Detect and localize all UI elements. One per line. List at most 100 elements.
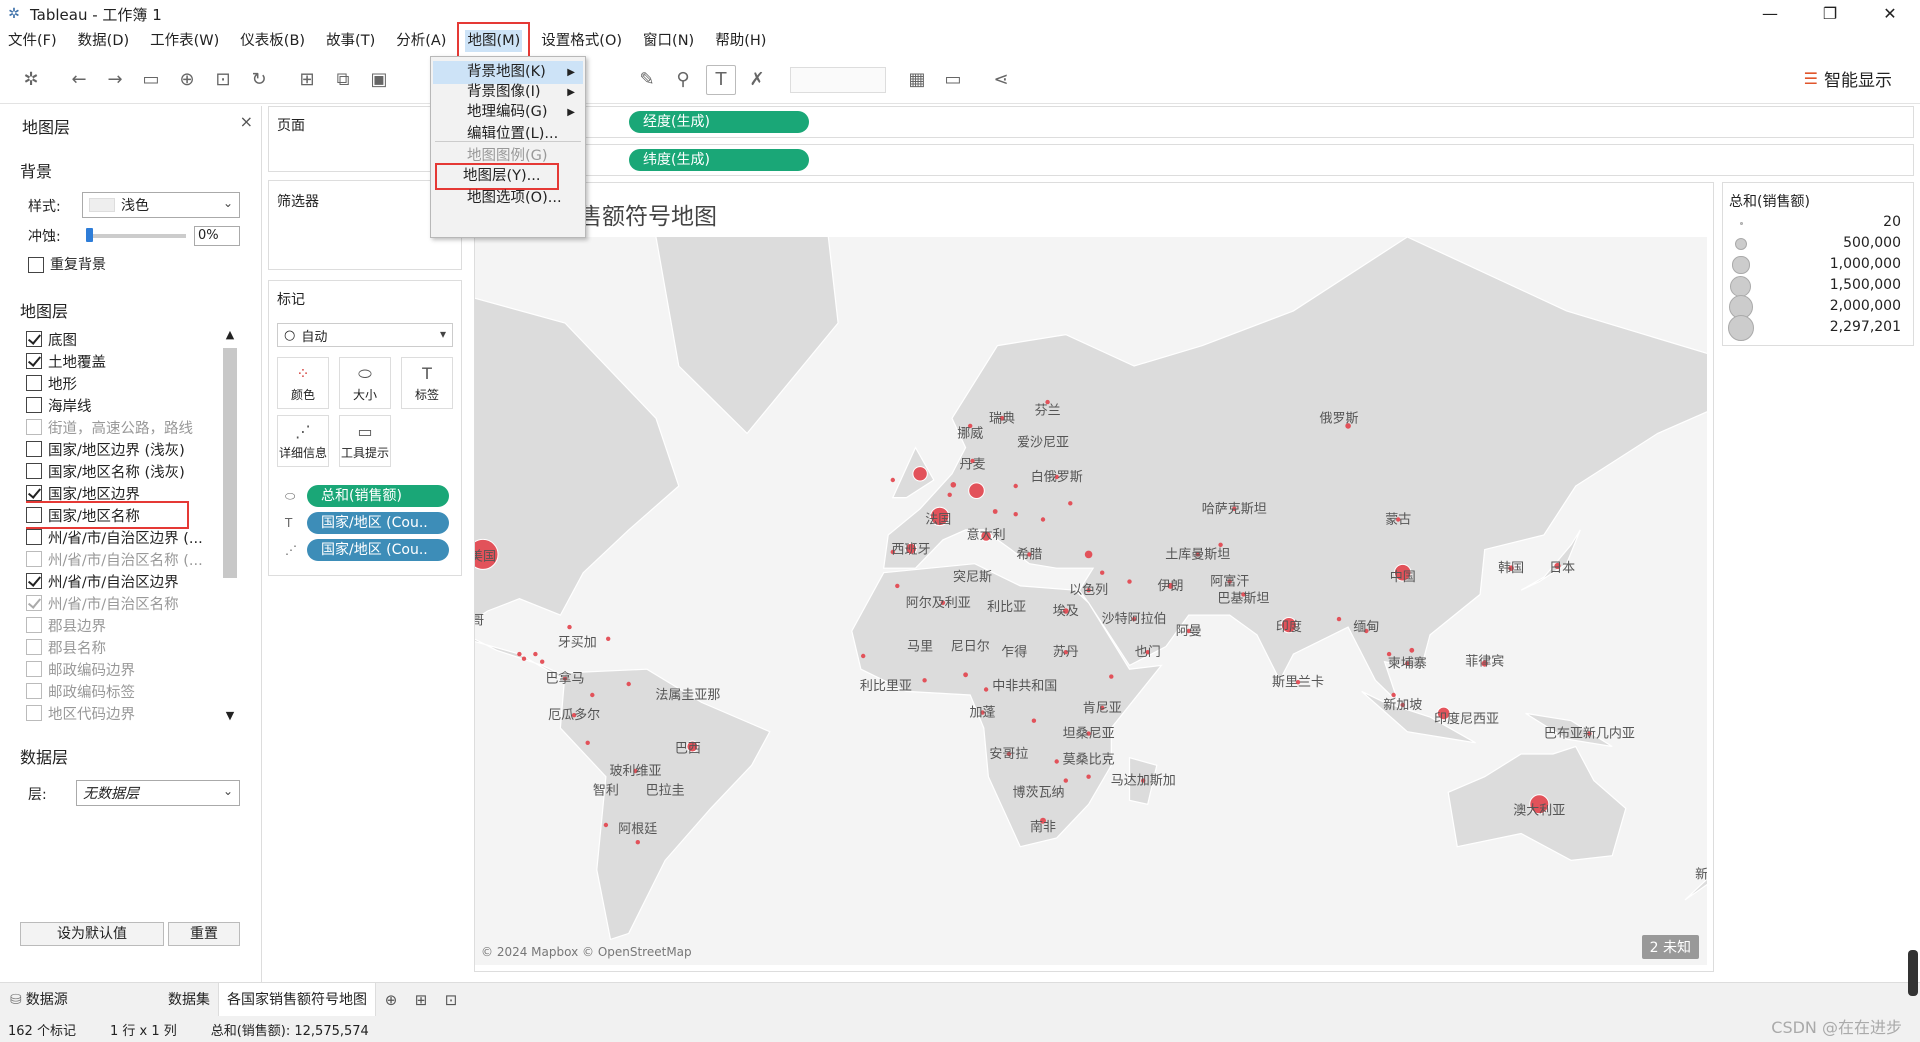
new-story-tab-icon[interactable]: ⊡ (436, 991, 466, 1009)
marks-label-button[interactable]: T 标签 (401, 357, 453, 409)
layer-checkbox[interactable] (26, 463, 42, 479)
new-datasource-icon[interactable]: ⊕ (170, 63, 204, 97)
layer-checkbox[interactable] (26, 331, 42, 347)
layer-row[interactable]: 郡县名称 (26, 636, 216, 658)
layer-checkbox[interactable] (26, 353, 42, 369)
set-default-button[interactable]: 设为默认值 (20, 922, 164, 946)
layer-checkbox[interactable] (26, 639, 42, 655)
sales-mark-circle[interactable] (521, 656, 527, 661)
sales-mark-circle[interactable] (1409, 647, 1415, 653)
map-menu-item-6[interactable]: 地图选项(O)... (433, 187, 583, 210)
marks-size-button[interactable]: ⬭ 大小 (339, 357, 391, 409)
layer-checkbox[interactable] (26, 441, 42, 457)
sales-mark-circle[interactable] (626, 681, 631, 687)
layer-row[interactable]: 邮政编码标签 (26, 680, 216, 702)
rows-shelf[interactable]: 纬度(生成) (584, 144, 1914, 176)
pause-updates-icon[interactable]: ⊡ (206, 63, 240, 97)
menu-9[interactable]: 帮助(H) (713, 30, 768, 52)
layer-checkbox[interactable] (26, 705, 42, 721)
sales-mark-circle[interactable] (912, 466, 928, 482)
sales-mark-circle[interactable] (540, 659, 545, 664)
unknown-indicator[interactable]: 2 未知 (1641, 935, 1699, 959)
menu-4[interactable]: 故事(T) (324, 30, 377, 52)
close-window-button[interactable]: ✕ (1860, 0, 1920, 28)
sales-mark-circle[interactable] (983, 687, 989, 692)
redo-icon[interactable]: → (98, 63, 132, 97)
sales-mark-circle[interactable] (603, 822, 609, 828)
map-menu-item-2[interactable]: 地理编码(G) ▶ (433, 101, 583, 124)
sales-mark-circle[interactable] (533, 651, 538, 657)
layer-checkbox[interactable] (26, 595, 42, 611)
sales-mark-circle[interactable] (1063, 778, 1068, 783)
sales-mark-circle[interactable] (635, 840, 640, 845)
save-icon[interactable]: ▭ (134, 63, 168, 97)
menu-7[interactable]: 设置格式(O) (539, 30, 624, 52)
tab-symbol-map[interactable]: 各国家销售额符号地图 (218, 982, 376, 1017)
smart-show-button[interactable]: ☰ 智能显示 (1804, 66, 1892, 91)
new-worksheet-icon[interactable]: ⊞ (290, 63, 324, 97)
menu-6[interactable]: 地图(M) (457, 22, 531, 60)
sales-mark-circle[interactable] (585, 740, 590, 745)
clear-sheet-icon[interactable]: ▣ (362, 63, 396, 97)
layer-checkbox[interactable] (26, 419, 42, 435)
marks-pill-2[interactable]: 国家/地区 (Cou.. (307, 539, 449, 561)
sales-mark-circle[interactable] (1084, 550, 1093, 559)
layer-row[interactable]: 地区代码边界 (26, 702, 216, 724)
layer-row[interactable]: 州/省/市/自治区边界 (... (26, 526, 216, 548)
layer-checkbox[interactable] (26, 617, 42, 633)
layer-checkbox[interactable] (26, 397, 42, 413)
sales-mark-circle[interactable] (1127, 579, 1132, 584)
washout-slider[interactable] (86, 228, 186, 242)
fix-axes-icon[interactable]: ✗ (740, 63, 774, 97)
longitude-pill[interactable]: 经度(生成) (629, 111, 809, 133)
layer-row[interactable]: 街道，高速公路，路线 (26, 416, 216, 438)
sales-mark-circle[interactable] (950, 482, 957, 488)
sales-mark-circle[interactable] (890, 477, 895, 483)
menu-5[interactable]: 分析(A) (394, 30, 448, 52)
layer-row[interactable]: 郡县边界 (26, 614, 216, 636)
fit-select[interactable] (790, 66, 886, 93)
sales-mark-circle[interactable] (1100, 570, 1105, 575)
menu-3[interactable]: 仪表板(B) (238, 30, 307, 52)
menu-1[interactable]: 数据(D) (76, 30, 131, 52)
layer-row[interactable]: 国家/地区边界 (26, 482, 216, 504)
layer-list-scrollbar[interactable]: ▲ ▼ (222, 328, 238, 722)
minimize-button[interactable]: — (1740, 0, 1800, 28)
sales-mark-circle[interactable] (947, 492, 952, 497)
sales-mark-circle[interactable] (606, 636, 611, 641)
sales-mark-circle[interactable] (1013, 483, 1018, 489)
sales-mark-circle[interactable] (963, 672, 968, 678)
repeat-bg-checkbox[interactable] (28, 257, 44, 273)
layer-checkbox[interactable] (26, 375, 42, 391)
sales-mark-circle[interactable] (1054, 759, 1059, 764)
map-menu-item-3[interactable]: 编辑位置(L)... (433, 123, 583, 146)
layer-row[interactable]: 州/省/市/自治区名称 (26, 592, 216, 614)
menu-8[interactable]: 窗口(N) (641, 30, 696, 52)
scrollbar-thumb[interactable] (223, 348, 237, 578)
refresh-icon[interactable]: ↻ (242, 63, 276, 97)
sales-mark-circle[interactable] (1218, 542, 1223, 547)
scroll-up-icon[interactable]: ▲ (222, 328, 238, 341)
layer-checkbox[interactable] (26, 551, 42, 567)
sales-mark-circle[interactable] (1391, 692, 1396, 698)
layer-row[interactable]: 邮政编码边界 (26, 658, 216, 680)
map-menu-item-5[interactable]: 地图层(Y)... (435, 163, 559, 190)
new-dashboard-tab-icon[interactable]: ⊞ (406, 991, 436, 1009)
sales-mark-circle[interactable] (922, 678, 927, 683)
layer-row[interactable]: 州/省/市/自治区名称 (... (26, 548, 216, 570)
marks-pill-0[interactable]: 总和(销售额) (307, 485, 449, 507)
layer-row[interactable]: 国家/地区边界 (浅灰) (26, 438, 216, 460)
undo-icon[interactable]: ← (62, 63, 96, 97)
layer-checkbox[interactable] (26, 507, 42, 523)
tableau-home-icon[interactable]: ✲ (14, 63, 48, 97)
sales-mark-circle[interactable] (567, 624, 572, 630)
latitude-pill[interactable]: 纬度(生成) (629, 149, 809, 171)
marks-color-button[interactable]: ⁘ 颜色 (277, 357, 329, 409)
sales-mark-circle[interactable] (992, 509, 998, 514)
menu-0[interactable]: 文件(F) (6, 30, 59, 52)
sales-mark-circle[interactable] (1040, 517, 1046, 522)
layer-checkbox[interactable] (26, 573, 42, 589)
layer-checkbox[interactable] (26, 683, 42, 699)
marks-detail-button[interactable]: ⋰ 详细信息 (277, 415, 329, 467)
sales-mark-circle[interactable] (895, 583, 900, 589)
